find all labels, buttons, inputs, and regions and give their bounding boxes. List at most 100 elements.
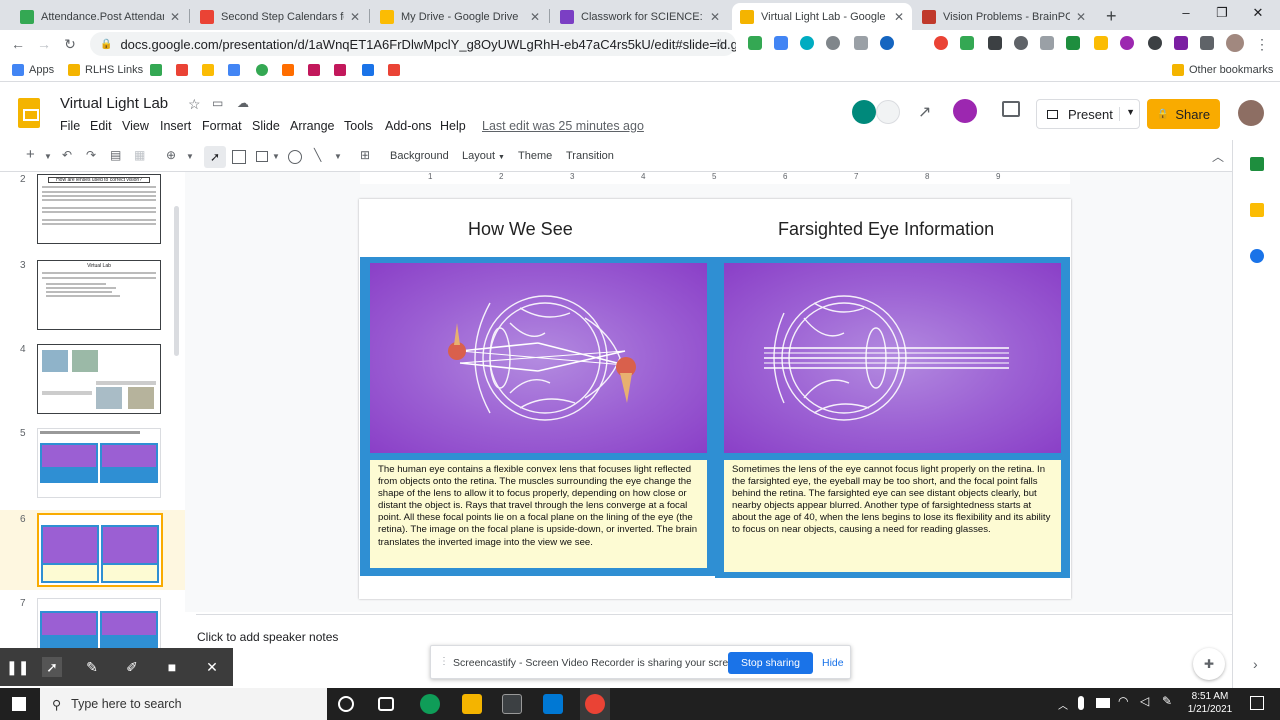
pen-icon[interactable]: ✎ bbox=[82, 657, 102, 677]
present-button[interactable]: Present ▼ bbox=[1036, 99, 1140, 129]
slides-logo-icon[interactable] bbox=[18, 98, 40, 128]
other-bookmarks[interactable]: Other bookmarks bbox=[1172, 63, 1273, 77]
highlighter-icon[interactable]: ✐ bbox=[122, 657, 142, 677]
redo-icon[interactable]: ↷ bbox=[86, 148, 96, 162]
cloud-status-icon[interactable]: ☁ bbox=[237, 96, 249, 110]
tab-second-step[interactable]: Second Step Calendars for H ✕ bbox=[192, 3, 368, 30]
chevron-down-icon[interactable]: ▼ bbox=[1119, 107, 1135, 121]
menu-view[interactable]: View bbox=[122, 119, 149, 133]
user-avatar[interactable] bbox=[1238, 100, 1264, 126]
theme-button[interactable]: Theme bbox=[518, 150, 552, 162]
calendar-icon[interactable] bbox=[1250, 157, 1264, 171]
tab-my-drive[interactable]: My Drive - Google Drive ✕ bbox=[372, 3, 548, 30]
cursor-icon[interactable]: ➚ bbox=[42, 657, 62, 677]
taskbar-search-input[interactable]: ⚲ Type here to search bbox=[40, 688, 327, 720]
star-icon[interactable]: ☆ bbox=[188, 96, 201, 113]
edge-icon[interactable] bbox=[420, 694, 440, 714]
add-comment-icon[interactable]: ⊞ bbox=[360, 148, 370, 162]
store-icon[interactable] bbox=[502, 694, 522, 714]
file-explorer-icon[interactable] bbox=[462, 694, 482, 714]
bookmark-item[interactable] bbox=[256, 63, 273, 77]
drag-handle-icon[interactable]: ⋮ bbox=[439, 656, 449, 667]
slide-thumbnail[interactable] bbox=[37, 344, 161, 414]
chevron-down-icon[interactable]: ▼ bbox=[334, 152, 342, 161]
stop-sharing-button[interactable]: Stop sharing bbox=[728, 652, 813, 674]
tab-virtual-light-lab[interactable]: Virtual Light Lab - Google Sli ✕ bbox=[732, 3, 912, 30]
slide-thumbnail[interactable] bbox=[37, 428, 161, 498]
extension-icon[interactable] bbox=[854, 36, 868, 50]
left-panel[interactable]: The human eye contains a flexible convex… bbox=[360, 257, 715, 576]
keep-icon[interactable] bbox=[1250, 203, 1264, 217]
layout-button[interactable]: Layout ▼ bbox=[462, 150, 505, 162]
tab-classwork[interactable]: Classwork for SCIENCE: Dans ✕ bbox=[552, 3, 728, 30]
text-box-icon[interactable] bbox=[232, 150, 246, 164]
menu-format[interactable]: Format bbox=[202, 119, 242, 133]
window-close-icon[interactable]: ✕ bbox=[1240, 0, 1276, 28]
slide[interactable]: How We See Farsighted Eye Information Th… bbox=[359, 199, 1071, 599]
filmstrip-scrollbar[interactable] bbox=[174, 206, 179, 356]
right-panel[interactable]: Sometimes the lens of the eye cannot foc… bbox=[715, 257, 1070, 578]
new-slide-icon[interactable]: + bbox=[26, 146, 35, 163]
pen-workspace-icon[interactable]: ✎ bbox=[1162, 694, 1172, 708]
bookmark-item[interactable] bbox=[388, 63, 405, 77]
close-icon[interactable]: ✕ bbox=[530, 10, 540, 24]
comments-icon[interactable] bbox=[1002, 101, 1020, 117]
extension-icon[interactable] bbox=[960, 36, 974, 50]
close-icon[interactable]: ✕ bbox=[894, 10, 904, 24]
cortana-icon[interactable] bbox=[338, 696, 354, 712]
transition-button[interactable]: Transition bbox=[566, 150, 614, 162]
menu-help[interactable]: Help bbox=[440, 119, 466, 133]
translate-icon[interactable] bbox=[774, 36, 788, 50]
notifications-icon[interactable] bbox=[1250, 696, 1264, 710]
profile-avatar[interactable] bbox=[1226, 34, 1244, 52]
slide-thumbnail[interactable] bbox=[37, 598, 161, 648]
doc-title[interactable]: Virtual Light Lab bbox=[60, 95, 168, 112]
chevron-down-icon[interactable]: ▼ bbox=[272, 152, 280, 161]
menu-edit[interactable]: Edit bbox=[90, 119, 112, 133]
minimize-icon[interactable]: – bbox=[1168, 0, 1204, 28]
extension-icon[interactable] bbox=[748, 36, 762, 50]
bookmark-item[interactable] bbox=[176, 63, 193, 77]
farsighted-eye-image[interactable] bbox=[724, 263, 1061, 453]
chevron-down-icon[interactable]: ▼ bbox=[186, 152, 194, 161]
comment-bubble-icon[interactable] bbox=[876, 100, 900, 124]
close-icon[interactable]: ✕ bbox=[350, 10, 360, 24]
bookmark-item[interactable] bbox=[202, 63, 219, 77]
right-text-box[interactable]: Sometimes the lens of the eye cannot foc… bbox=[724, 460, 1061, 572]
share-button[interactable]: 🔒 Share bbox=[1147, 99, 1220, 129]
menu-insert[interactable]: Insert bbox=[160, 119, 191, 133]
forward-icon[interactable]: → bbox=[34, 34, 54, 54]
tasks-icon[interactable] bbox=[1250, 249, 1264, 263]
extension-icon[interactable] bbox=[1040, 36, 1054, 50]
extension-icon[interactable] bbox=[880, 36, 894, 50]
menu-slide[interactable]: Slide bbox=[252, 119, 280, 133]
explore-icon[interactable]: ✚ bbox=[1193, 648, 1225, 680]
microphone-icon[interactable] bbox=[1078, 696, 1084, 710]
extension-icon[interactable] bbox=[1174, 36, 1188, 50]
paint-format-icon[interactable]: ▦ bbox=[134, 148, 145, 162]
chevron-up-icon[interactable]: ︿ bbox=[1212, 148, 1224, 165]
wifi-icon[interactable]: ◠ bbox=[1118, 694, 1128, 708]
bookmark-apps[interactable]: Apps bbox=[12, 63, 54, 77]
star-icon[interactable]: ☆ bbox=[714, 36, 726, 52]
menu-addons[interactable]: Add-ons bbox=[385, 119, 432, 133]
tab-attendance[interactable]: Attendance.Post Attendance ✕ bbox=[12, 3, 188, 30]
bookmark-item[interactable] bbox=[308, 63, 325, 77]
bookmark-item[interactable] bbox=[282, 63, 299, 77]
bookmark-item[interactable] bbox=[228, 63, 245, 77]
menu-dots-icon[interactable]: ⋮ bbox=[1252, 34, 1272, 54]
person-icon[interactable] bbox=[1014, 36, 1028, 50]
addon-icon[interactable] bbox=[953, 99, 977, 123]
slide-filmstrip[interactable]: 2 How are lenses used to correct vision?… bbox=[0, 172, 185, 648]
print-icon[interactable]: ▤ bbox=[110, 148, 121, 162]
reload-icon[interactable]: ↻ bbox=[60, 34, 80, 54]
extension-icon[interactable] bbox=[1148, 36, 1162, 50]
bookmark-item[interactable] bbox=[150, 63, 167, 77]
left-slide-title[interactable]: How We See bbox=[468, 219, 573, 240]
hide-button[interactable]: Hide bbox=[822, 657, 844, 669]
menu-file[interactable]: File bbox=[60, 119, 80, 133]
back-icon[interactable]: ← bbox=[8, 34, 28, 54]
tab-vision-problems[interactable]: Vision Problems - BrainPOP ✕ bbox=[914, 3, 1094, 30]
activity-trend-icon[interactable]: ↗ bbox=[918, 102, 931, 122]
notes-divider[interactable] bbox=[196, 614, 1232, 615]
